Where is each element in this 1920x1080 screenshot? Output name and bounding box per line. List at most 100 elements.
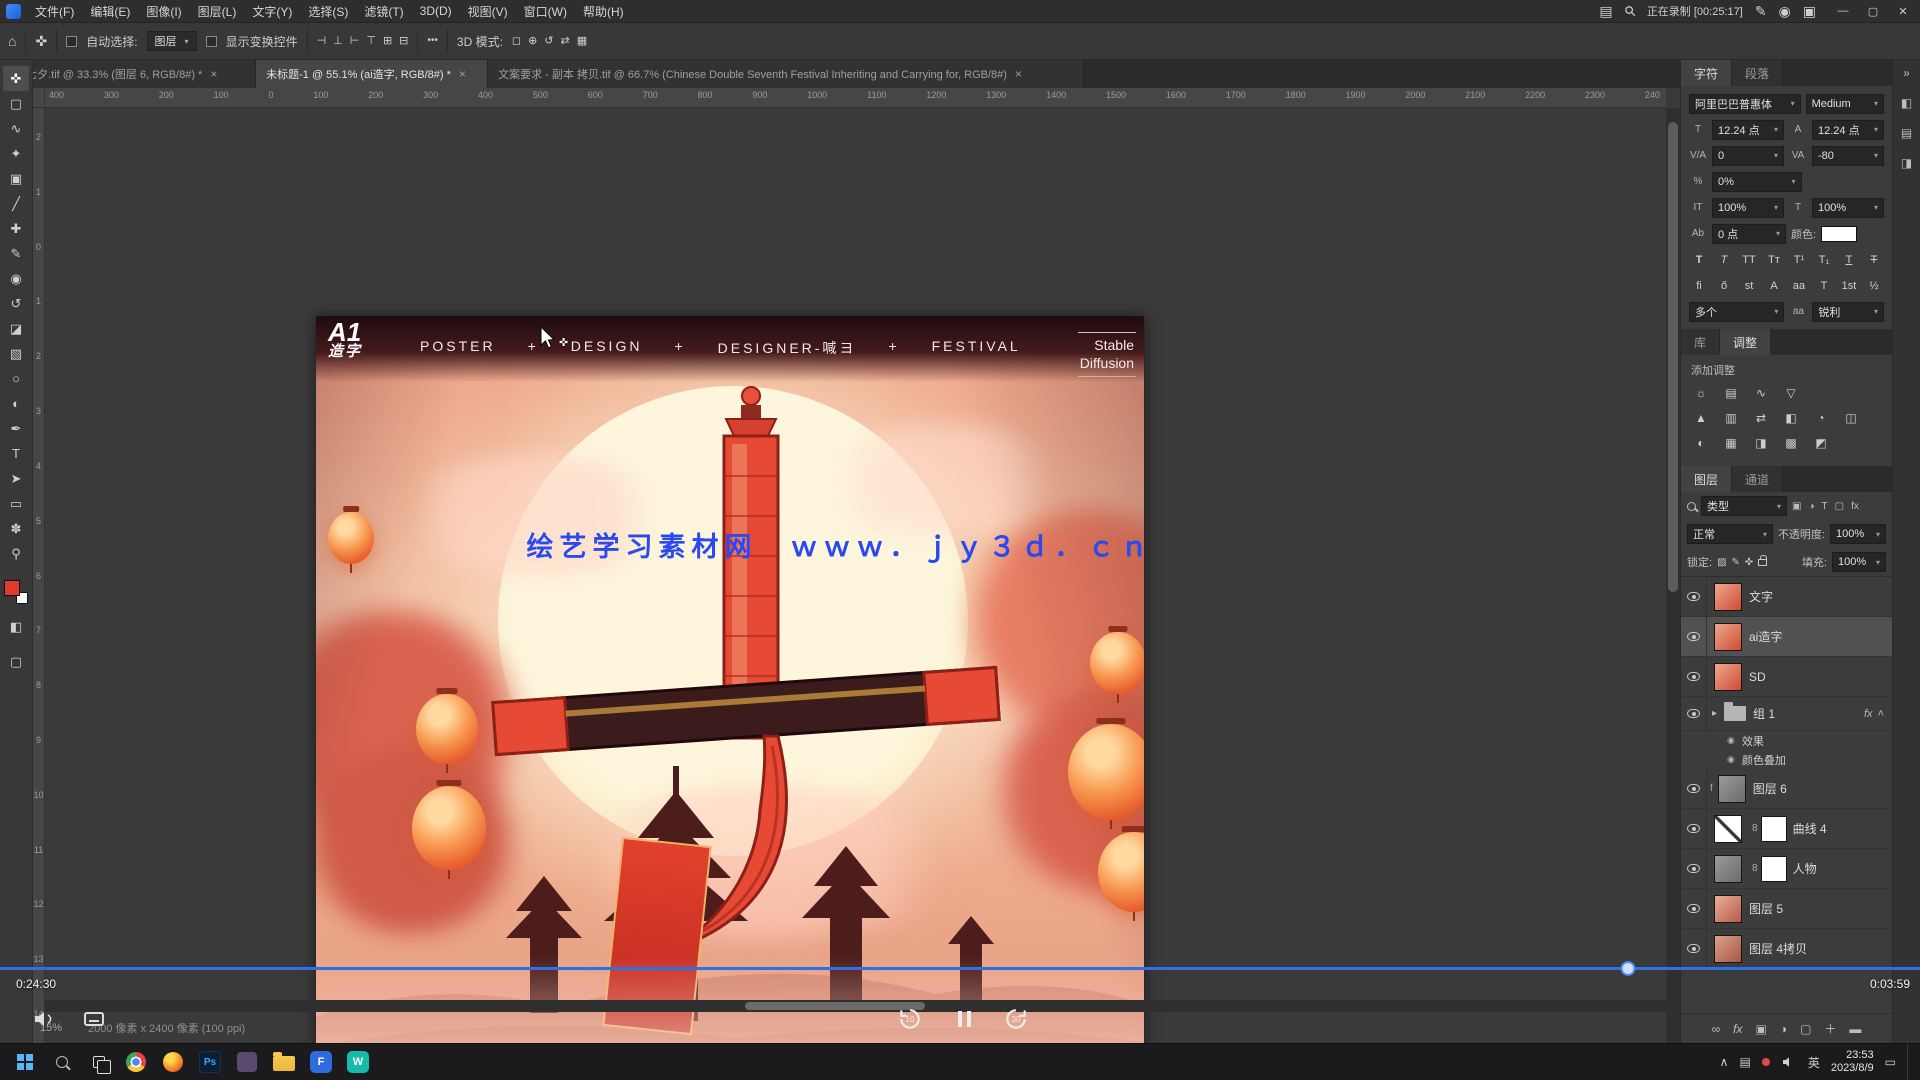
horizontal-scrollbar[interactable] [45, 1000, 1666, 1012]
type-tool[interactable]: T [3, 441, 29, 466]
vertical-scrollbar[interactable] [1666, 108, 1680, 1043]
crop-tool[interactable]: ▣ [3, 166, 29, 191]
delete-layer-icon[interactable]: ▬ [1849, 1022, 1861, 1036]
task-view-button[interactable] [84, 1047, 114, 1077]
minimize-button[interactable]: — [1828, 0, 1858, 23]
taskbar-clock[interactable]: 23:53 2023/8/9 [1831, 1049, 1874, 1075]
layer-filter-icon[interactable]: fx [1851, 501, 1859, 512]
faux-bold-button[interactable]: T [1689, 250, 1709, 269]
proportional-spacing-field[interactable]: 0% [1712, 172, 1802, 192]
new-adjustment-icon[interactable]: ◑ [1780, 1022, 1787, 1036]
threshold-icon[interactable]: ◨ [1751, 435, 1771, 451]
menu-item[interactable]: 滤镜(T) [356, 0, 411, 22]
visibility-toggle[interactable] [1681, 809, 1707, 848]
shape-tool[interactable]: ▭ [3, 491, 29, 516]
quick-selection-tool[interactable]: ✦ [3, 141, 29, 166]
kerning-field[interactable]: 0 [1712, 146, 1784, 166]
tab-copywriting[interactable]: 文案要求 - 副本 拷贝.tif @ 66.7% (Chinese Double… [488, 60, 1084, 88]
opentype-button[interactable]: st [1739, 276, 1759, 295]
tab-qixi[interactable]: 七夕.tif @ 33.3% (图层 6, RGB/8#) * × [16, 60, 256, 88]
baseline-shift-field[interactable]: 0 点 [1712, 224, 1786, 244]
font-family-dropdown[interactable]: 阿里巴巴普惠体 [1689, 94, 1801, 114]
show-transform-checkbox[interactable] [206, 36, 217, 47]
document-image[interactable]: A1 造字 POSTER+DESIGN+DESIGNER-喊ヨ+FESTIVAL… [316, 316, 1144, 1043]
tab-channels[interactable]: 通道 [1732, 466, 1783, 492]
visibility-toggle[interactable] [1681, 657, 1707, 696]
menu-item[interactable]: 编辑(E) [82, 0, 138, 22]
tab-close-icon[interactable]: × [1015, 67, 1022, 81]
visibility-toggle[interactable] [1681, 929, 1707, 968]
tab-close-icon[interactable]: × [210, 67, 217, 81]
opentype-button[interactable]: T [1814, 276, 1834, 295]
mode3d-icon[interactable]: ⊕ [528, 36, 537, 47]
posterize-icon[interactable]: ▦ [1721, 435, 1741, 451]
menu-item[interactable]: 图层(L) [190, 0, 245, 22]
effects-eye-icon[interactable]: ◉ [1727, 735, 1735, 746]
tab-adjustments[interactable]: 调整 [1720, 329, 1771, 355]
fill-field[interactable]: 100% [1832, 552, 1886, 572]
move-tool[interactable]: ✜ [3, 66, 29, 91]
taskbar-search-button[interactable] [47, 1047, 77, 1077]
mode3d-icon[interactable]: ◻ [512, 36, 521, 47]
vertical-scrollbar-thumb[interactable] [1668, 122, 1678, 592]
lock-pixels-icon[interactable]: ✎ [1732, 557, 1740, 568]
layer-mask-thumbnail[interactable] [1761, 856, 1787, 882]
photoshop-app-button[interactable]: Ps [195, 1047, 225, 1077]
gradient-tool[interactable]: ▧ [3, 341, 29, 366]
faux-italic-button[interactable]: T [1714, 250, 1734, 269]
zoom-tool[interactable]: ⚲ [3, 541, 29, 566]
underline-button[interactable]: T [1839, 250, 1859, 269]
visibility-toggle[interactable] [1681, 889, 1707, 928]
screen-mode-icon[interactable]: ▢ [3, 649, 29, 674]
layer-thumbnail[interactable] [1714, 583, 1742, 611]
history-brush-tool[interactable]: ↺ [3, 291, 29, 316]
display-tray-icon[interactable]: ▤ [1739, 1055, 1750, 1069]
wps-app-button[interactable]: W [343, 1047, 373, 1077]
canvas-area[interactable]: A1 造字 POSTER+DESIGN+DESIGNER-喊ヨ+FESTIVAL… [45, 108, 1666, 1043]
menu-item[interactable]: 文件(F) [27, 0, 82, 22]
layer-filter-icon[interactable]: ▣ [1792, 501, 1801, 512]
annotate-icon[interactable]: ✎ [1755, 4, 1767, 18]
menu-item[interactable]: 选择(S) [300, 0, 356, 22]
menu-item[interactable]: 视图(V) [460, 0, 516, 22]
layer-filter-icon[interactable]: ◑ [1808, 501, 1814, 512]
more-options-icon[interactable]: ••• [427, 36, 438, 46]
visibility-toggle[interactable] [1681, 617, 1707, 656]
curves-icon[interactable]: ∿ [1751, 385, 1771, 401]
color-overlay-row[interactable]: ◉ 颜色叠加 [1681, 750, 1892, 769]
visibility-toggle[interactable] [1681, 769, 1707, 808]
new-group-icon[interactable]: ▢ [1800, 1022, 1811, 1036]
hue-saturation-icon[interactable]: ▥ [1721, 410, 1741, 426]
layer-style-icon[interactable]: fx [1733, 1022, 1742, 1036]
camera-icon[interactable]: ◉ [1779, 4, 1791, 18]
gradient-map-icon[interactable]: ▩ [1781, 435, 1801, 451]
tab-character[interactable]: 字符 [1681, 60, 1732, 86]
language-dropdown[interactable]: 多个 [1689, 302, 1784, 322]
visibility-toggle[interactable] [1681, 697, 1707, 730]
menu-item[interactable]: 窗口(W) [516, 0, 575, 22]
font-style-dropdown[interactable]: Medium [1806, 94, 1884, 114]
opentype-button[interactable]: ½ [1864, 276, 1884, 295]
menu-item[interactable]: 帮助(H) [575, 0, 632, 22]
path-selection-tool[interactable]: ➤ [3, 466, 29, 491]
display-capture-icon[interactable]: ▤ [1599, 4, 1612, 18]
lock-all-icon[interactable] [1758, 559, 1767, 566]
volume-tray-icon[interactable] [1781, 1054, 1797, 1070]
superscript-button[interactable]: T¹ [1789, 250, 1809, 269]
docs-app-button[interactable]: F [306, 1047, 336, 1077]
new-layer-icon[interactable]: ＋ [1824, 1020, 1836, 1037]
layer-row[interactable]: f 图层 6 [1681, 769, 1892, 809]
volume-button[interactable] [28, 1003, 60, 1035]
chrome-app-button[interactable] [121, 1047, 151, 1077]
layer-row[interactable]: 8 人物 [1681, 849, 1892, 889]
vertical-scale-field[interactable]: 100% [1712, 198, 1784, 218]
foreground-color-swatch[interactable] [4, 580, 20, 596]
auto-select-dropdown[interactable]: 图层 [147, 31, 197, 51]
antialias-dropdown[interactable]: 锐利 [1812, 302, 1884, 322]
opentype-button[interactable]: ő [1714, 276, 1734, 295]
subscript-button[interactable]: T₁ [1814, 250, 1834, 269]
stop-record-icon[interactable]: ▣ [1803, 4, 1816, 18]
start-button[interactable] [10, 1047, 40, 1077]
align-icon[interactable]: ⊢ [350, 36, 360, 47]
photo-filter-icon[interactable]: ◔ [1811, 410, 1831, 426]
